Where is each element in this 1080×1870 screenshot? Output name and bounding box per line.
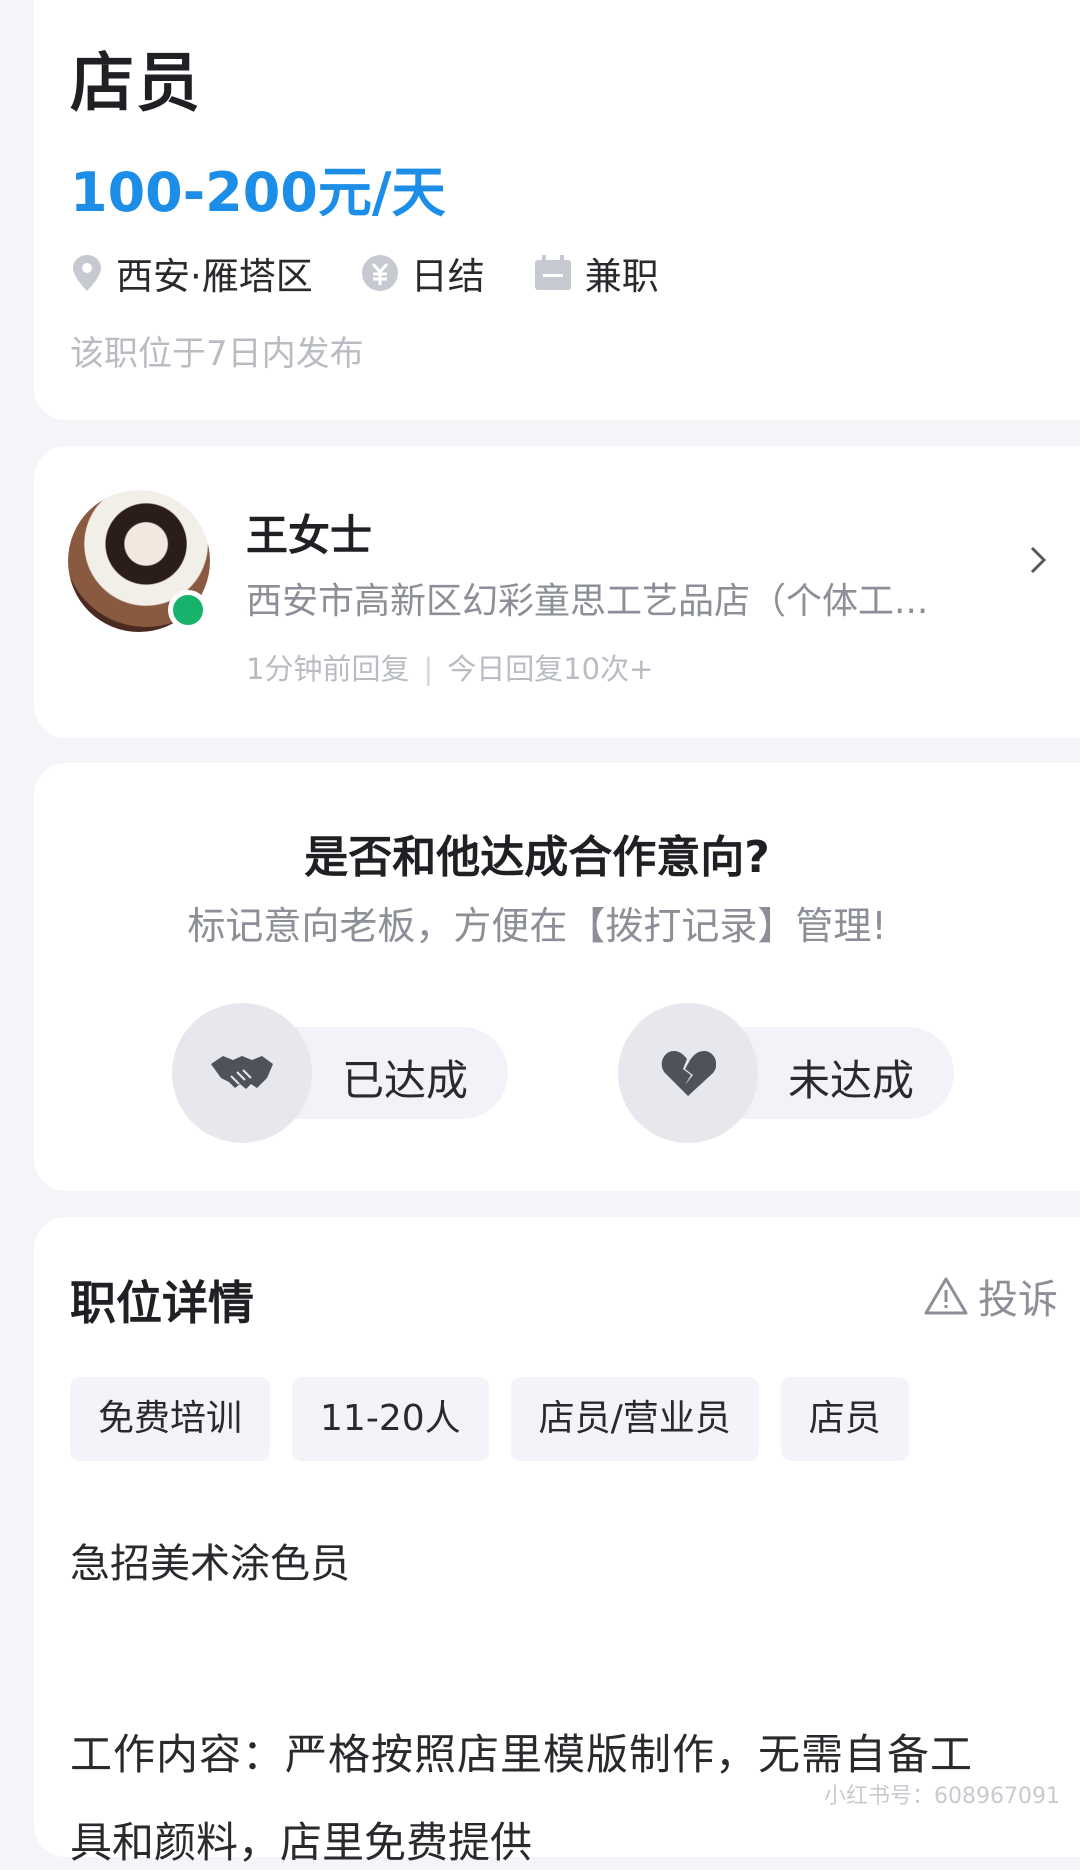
warning-icon: [924, 1276, 968, 1316]
tag: 免费培训: [70, 1377, 271, 1461]
location: 西安·雁塔区: [70, 246, 313, 300]
posted-time: 该职位于7日内发布: [70, 334, 364, 374]
report-label: 投诉: [978, 1277, 1058, 1323]
location-text: 西安·雁塔区: [116, 255, 313, 298]
tag: 店员/营业员: [510, 1377, 759, 1461]
description-line: 急招美术涂色员: [70, 1541, 350, 1587]
watermark: 小红书号：608967091: [824, 1784, 1060, 1809]
settlement: 日结: [361, 246, 485, 300]
intent-card: 是否和他达成合作意向? 标记意向老板，方便在【拨打记录】管理! 已达成 未达成: [34, 763, 1080, 1191]
settlement-text: 日结: [410, 255, 485, 298]
report-button[interactable]: 投诉: [924, 1267, 1058, 1325]
job-type: 兼职: [533, 246, 659, 300]
tag: 11-20人: [292, 1377, 489, 1461]
separator: |: [423, 652, 434, 686]
tag-list: 免费培训 11-20人 店员/营业员 店员: [70, 1377, 931, 1461]
location-pin-icon: [70, 253, 104, 293]
job-header-card: 店员 100-200元/天 西安·雁塔区 日结 兼职 该职位于7日内发布: [34, 0, 1080, 420]
chevron-right-icon[interactable]: [1028, 544, 1048, 580]
description-line: 具和颜料，店里免费提供: [70, 1818, 533, 1867]
job-type-text: 兼职: [584, 255, 659, 298]
achieved-label: 已达成: [342, 1056, 469, 1105]
handshake-icon: [172, 1003, 312, 1143]
boss-company: 西安市高新区幻彩童思工艺品店（个体工...: [246, 581, 929, 622]
calendar-icon: [533, 254, 573, 292]
coin-icon: [361, 254, 399, 292]
boss-name: 王女士: [246, 511, 373, 560]
reply-time: 1分钟前回复: [246, 652, 410, 686]
intent-subtitle: 标记意向老板，方便在【拨打记录】管理!: [187, 904, 887, 948]
salary: 100-200元/天: [70, 161, 446, 224]
reply-count: 今日回复10次+: [447, 652, 654, 686]
tag: 店员: [780, 1377, 909, 1461]
job-detail-card: 职位详情 投诉 免费培训 11-20人 店员/营业员 店员 急招美术涂色员 工作…: [34, 1217, 1080, 1867]
job-title: 店员: [70, 47, 202, 121]
description-line: 工作内容：严格按照店里模版制作，无需自备工: [70, 1730, 974, 1779]
broken-heart-icon: [618, 1003, 758, 1143]
boss-card[interactable]: 王女士 西安市高新区幻彩童思工艺品店（个体工... 1分钟前回复 | 今日回复10次…: [34, 446, 1080, 738]
boss-reply-info: 1分钟前回复 | 今日回复10次+: [246, 646, 653, 688]
online-status-dot: [168, 590, 208, 630]
intent-question: 是否和他达成合作意向?: [304, 832, 770, 883]
detail-title: 职位详情: [70, 1276, 254, 1330]
not-achieved-label: 未达成: [788, 1056, 915, 1105]
job-meta: 西安·雁塔区 日结 兼职: [70, 246, 707, 300]
